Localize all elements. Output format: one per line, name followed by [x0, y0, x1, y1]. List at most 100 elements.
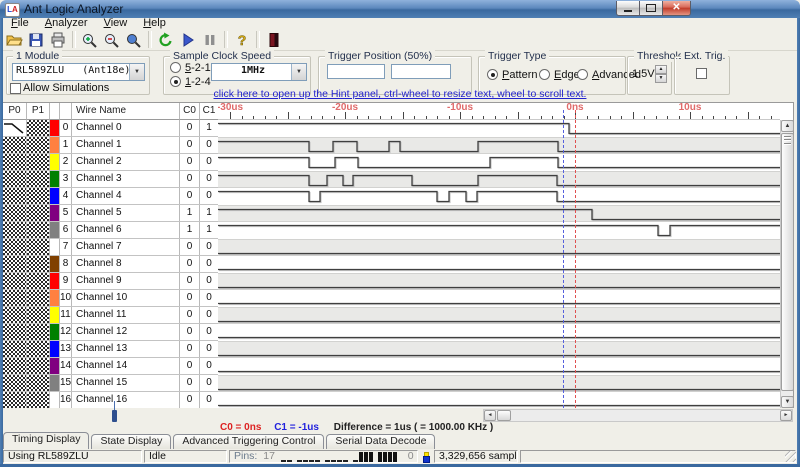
- p1-pattern-cell[interactable]: [27, 358, 50, 374]
- channel-name[interactable]: Channel 1: [72, 137, 180, 153]
- channel-color-swatch[interactable]: [50, 341, 60, 357]
- header-c0[interactable]: C0: [180, 103, 200, 120]
- waveform-row[interactable]: [218, 154, 780, 171]
- waveform-row[interactable]: [218, 290, 780, 307]
- help-button[interactable]: ?: [231, 30, 253, 49]
- scroll-right-icon[interactable]: ►: [780, 410, 792, 421]
- vertical-scrollbar[interactable]: ▲ ▼: [780, 120, 794, 408]
- header-c1[interactable]: C1: [200, 103, 218, 120]
- p0-pattern-cell[interactable]: [3, 239, 27, 255]
- p0-pattern-cell[interactable]: [3, 273, 27, 289]
- channel-name[interactable]: Channel 13: [72, 341, 180, 357]
- zoom-button[interactable]: [123, 30, 145, 49]
- chevron-down-icon[interactable]: ▼: [129, 64, 144, 80]
- p1-pattern-cell[interactable]: [27, 188, 50, 204]
- menu-help[interactable]: Help: [135, 18, 174, 29]
- scroll-down-icon[interactable]: ▼: [781, 396, 794, 408]
- channel-color-swatch[interactable]: [50, 273, 60, 289]
- channel-color-swatch[interactable]: [50, 375, 60, 391]
- trigger-position-input-2[interactable]: [391, 64, 451, 79]
- open-button[interactable]: [3, 30, 25, 49]
- maximize-button[interactable]: [639, 1, 663, 16]
- channel-color-swatch[interactable]: [50, 137, 60, 153]
- scroll-left-icon[interactable]: ◄: [484, 410, 496, 421]
- pause-button[interactable]: [199, 30, 221, 49]
- channel-color-swatch[interactable]: [50, 120, 60, 136]
- channel-name[interactable]: Channel 7: [72, 239, 180, 255]
- ext-trig-checkbox[interactable]: [696, 68, 707, 79]
- hint-link[interactable]: click here to open up the Hint panel, ct…: [0, 88, 800, 100]
- channel-color-swatch[interactable]: [50, 171, 60, 187]
- channel-color-swatch[interactable]: [50, 205, 60, 221]
- p0-pattern-cell[interactable]: [3, 307, 27, 323]
- waveform-row[interactable]: [218, 358, 780, 375]
- waveform-row[interactable]: [218, 171, 780, 188]
- p0-pattern-cell[interactable]: [3, 154, 27, 170]
- p1-pattern-cell[interactable]: [27, 171, 50, 187]
- p1-pattern-cell[interactable]: [27, 222, 50, 238]
- trigger-position-input-1[interactable]: [327, 64, 385, 79]
- channel-name[interactable]: Channel 4: [72, 188, 180, 204]
- waveform-row[interactable]: [218, 392, 780, 408]
- p1-pattern-cell[interactable]: [27, 324, 50, 340]
- p1-pattern-cell[interactable]: [27, 375, 50, 391]
- menu-file[interactable]: File: [3, 18, 37, 29]
- waveform-row[interactable]: [218, 222, 780, 239]
- channel-name[interactable]: Channel 14: [72, 358, 180, 374]
- waveform-row[interactable]: [218, 256, 780, 273]
- clock-speed-combo[interactable]: 1MHz ▼: [211, 63, 307, 81]
- p1-pattern-cell[interactable]: [27, 137, 50, 153]
- radio-trigger-pattern[interactable]: Pattern: [487, 69, 537, 81]
- channel-name[interactable]: Channel 12: [72, 324, 180, 340]
- header-wire-name[interactable]: Wire Name: [72, 103, 180, 120]
- waveform-row[interactable]: [218, 341, 780, 358]
- channel-name[interactable]: Channel 3: [72, 171, 180, 187]
- tab-advanced-triggering-control[interactable]: Advanced Triggering Control: [173, 434, 325, 449]
- threshold-spinner[interactable]: ▲ ▼: [655, 65, 667, 83]
- menu-analyzer[interactable]: Analyzer: [37, 18, 96, 29]
- waveform-row[interactable]: [218, 205, 780, 222]
- p1-pattern-cell[interactable]: [27, 392, 50, 408]
- waveform-row[interactable]: [218, 324, 780, 341]
- p0-pattern-cell[interactable]: [3, 324, 27, 340]
- p1-pattern-cell[interactable]: [27, 273, 50, 289]
- p0-pattern-cell[interactable]: [3, 205, 27, 221]
- waveform-row[interactable]: [218, 307, 780, 324]
- spinner-down-icon[interactable]: ▼: [655, 74, 667, 83]
- p1-pattern-cell[interactable]: [27, 307, 50, 323]
- waveform-row[interactable]: [218, 120, 780, 137]
- p0-pattern-cell[interactable]: [3, 120, 27, 136]
- channel-name[interactable]: Channel 10: [72, 290, 180, 306]
- close-button[interactable]: ✕: [662, 1, 691, 16]
- refresh-button[interactable]: [155, 30, 177, 49]
- time-ruler[interactable]: -30us -20us -10us 0ns 10us: [218, 103, 780, 120]
- channel-name[interactable]: Channel 9: [72, 273, 180, 289]
- radio-clock-521[interactable]: 5-2-1: [170, 62, 211, 74]
- header-p1[interactable]: P1: [27, 103, 50, 120]
- channel-color-swatch[interactable]: [50, 324, 60, 340]
- waveform-area[interactable]: [218, 120, 780, 408]
- waveform-row[interactable]: [218, 375, 780, 392]
- tab-state-display[interactable]: State Display: [91, 434, 172, 449]
- channel-color-swatch[interactable]: [50, 222, 60, 238]
- p1-pattern-cell[interactable]: [27, 239, 50, 255]
- p1-pattern-cell[interactable]: [27, 154, 50, 170]
- p0-pattern-cell[interactable]: [3, 375, 27, 391]
- channel-name[interactable]: Channel 8: [72, 256, 180, 272]
- p1-pattern-cell[interactable]: [27, 341, 50, 357]
- radio-trigger-edge[interactable]: Edge: [539, 69, 580, 81]
- p0-pattern-cell[interactable]: [3, 137, 27, 153]
- tab-serial-data-decode[interactable]: Serial Data Decode: [326, 434, 436, 449]
- p0-pattern-cell[interactable]: [3, 392, 27, 408]
- print-button[interactable]: [47, 30, 69, 49]
- channel-name[interactable]: Channel 11: [72, 307, 180, 323]
- save-button[interactable]: [25, 30, 47, 49]
- p0-pattern-cell[interactable]: [3, 290, 27, 306]
- trackbar-thumb[interactable]: [112, 410, 117, 422]
- horizontal-scrollbar[interactable]: ◄ ►: [483, 409, 793, 422]
- p1-pattern-cell[interactable]: [27, 205, 50, 221]
- channel-color-swatch[interactable]: [50, 358, 60, 374]
- waveform-row[interactable]: [218, 239, 780, 256]
- device-button[interactable]: [263, 30, 285, 49]
- channel-color-swatch[interactable]: [50, 392, 60, 408]
